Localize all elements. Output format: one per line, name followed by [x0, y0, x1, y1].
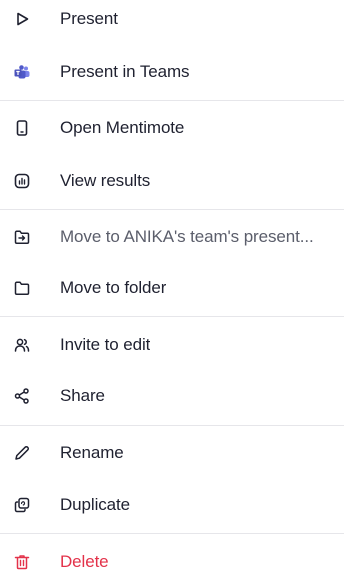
menu-divider: [0, 533, 344, 534]
phone-icon: [12, 118, 32, 138]
move-to-folder-menu-item[interactable]: Move to folder: [0, 270, 350, 306]
menu-divider: [0, 100, 344, 101]
trash-icon: [12, 552, 32, 572]
move-to-team-label: Move to ANIKA's team's present...: [60, 227, 314, 246]
people-icon: [12, 335, 32, 355]
pencil-icon: [12, 443, 32, 463]
move-to-icon: [12, 227, 32, 247]
rename-label: Rename: [60, 443, 124, 462]
view-results-label: View results: [60, 171, 151, 190]
present-label: Present: [60, 9, 118, 28]
share-label: Share: [60, 386, 105, 405]
menu-divider: [0, 209, 344, 210]
play-icon: [12, 9, 32, 29]
invite-to-edit-menu-item[interactable]: Invite to edit: [0, 327, 350, 363]
share-menu-item[interactable]: Share: [0, 378, 350, 414]
rename-menu-item[interactable]: Rename: [0, 435, 350, 471]
present-in-teams-label: Present in Teams: [60, 62, 190, 81]
menu-divider: [0, 425, 344, 426]
teams-icon: [12, 62, 32, 82]
present-menu-item[interactable]: Present: [0, 1, 350, 37]
folder-icon: [12, 278, 32, 298]
delete-menu-item[interactable]: Delete: [0, 544, 350, 580]
results-icon: [12, 171, 32, 191]
invite-to-edit-label: Invite to edit: [60, 335, 151, 354]
duplicate-icon: [12, 495, 32, 515]
open-mentimote-menu-item[interactable]: Open Mentimote: [0, 110, 350, 146]
present-in-teams-menu-item[interactable]: Present in Teams: [0, 54, 350, 90]
duplicate-label: Duplicate: [60, 495, 130, 514]
move-to-team-menu-item[interactable]: Move to ANIKA's team's present...: [0, 219, 350, 255]
menu-divider: [0, 316, 344, 317]
delete-label: Delete: [60, 552, 109, 571]
duplicate-menu-item[interactable]: Duplicate: [0, 487, 350, 523]
context-menu: Present Present in Teams Open Mentimote: [0, 0, 350, 571]
move-to-folder-label: Move to folder: [60, 278, 167, 297]
view-results-menu-item[interactable]: View results: [0, 163, 350, 199]
share-icon: [12, 386, 32, 406]
open-mentimote-label: Open Mentimote: [60, 118, 185, 137]
